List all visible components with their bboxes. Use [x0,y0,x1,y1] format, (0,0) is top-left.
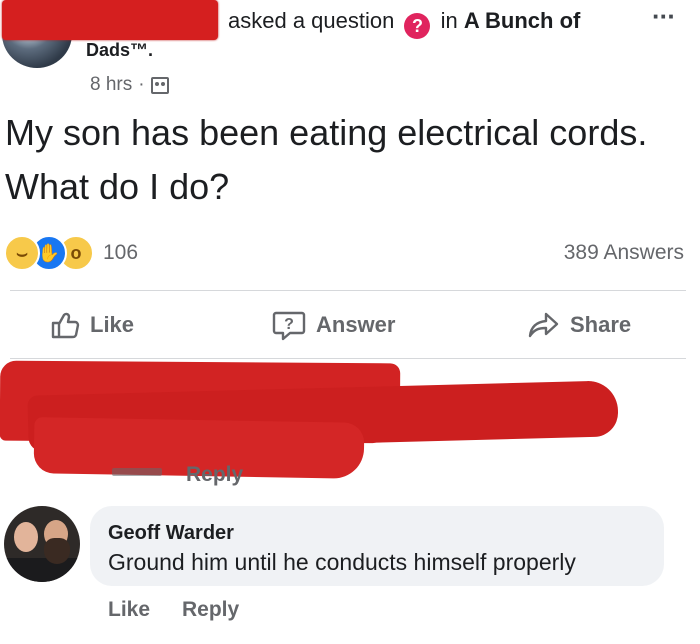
reactions-summary[interactable]: ⌣ ✋ o 106 [4,235,138,271]
like-button-label: Like [90,312,135,337]
post-header: asked a question ? in A Bunch of [228,5,581,39]
svg-text:?: ? [284,316,294,333]
answer-button-label: Answer [316,312,396,337]
post-timestamp[interactable]: 8 hrs [90,72,132,98]
comment-text: Ground him until he conducts himself pro… [108,549,576,575]
comment-reply-button[interactable]: Reply [182,597,239,623]
share-button-label: Share [570,312,632,337]
commenter-avatar[interactable] [4,506,80,582]
first-comment-like-button[interactable] [112,468,162,476]
in-text: in [440,8,458,33]
asked-question-text: asked a question [228,8,395,33]
ellipsis-icon[interactable]: ··· [652,3,676,29]
divider [10,290,686,291]
share-arrow-icon [528,312,559,338]
first-comment-reply-button[interactable]: Reply [186,462,243,488]
group-name-link-tail[interactable]: Dads™. [86,40,153,60]
question-badge-icon: ? [404,13,431,39]
question-bubble-icon: ? [272,311,306,341]
post-question-text: My son has been eating electrical cords.… [5,112,648,207]
group-name-link[interactable]: A Bunch of [464,8,581,33]
share-button[interactable]: Share [528,306,631,344]
reaction-count[interactable]: 106 [103,241,138,265]
meta-separator: · [138,74,145,95]
thumbs-up-icon [51,312,80,339]
answers-count-link[interactable]: 389 Answers [564,240,684,266]
haha-reaction-icon: ⌣ [4,235,40,271]
answer-button[interactable]: ? Answer [272,306,395,344]
redacted-poster-name [2,0,218,40]
post-meta: 8 hrs · [90,72,169,98]
like-button[interactable]: Like [50,306,134,344]
divider [10,358,686,359]
commenter-name-link[interactable]: Geoff Warder [108,521,234,545]
group-icon [150,76,169,94]
comment-like-button[interactable]: Like [108,597,150,623]
